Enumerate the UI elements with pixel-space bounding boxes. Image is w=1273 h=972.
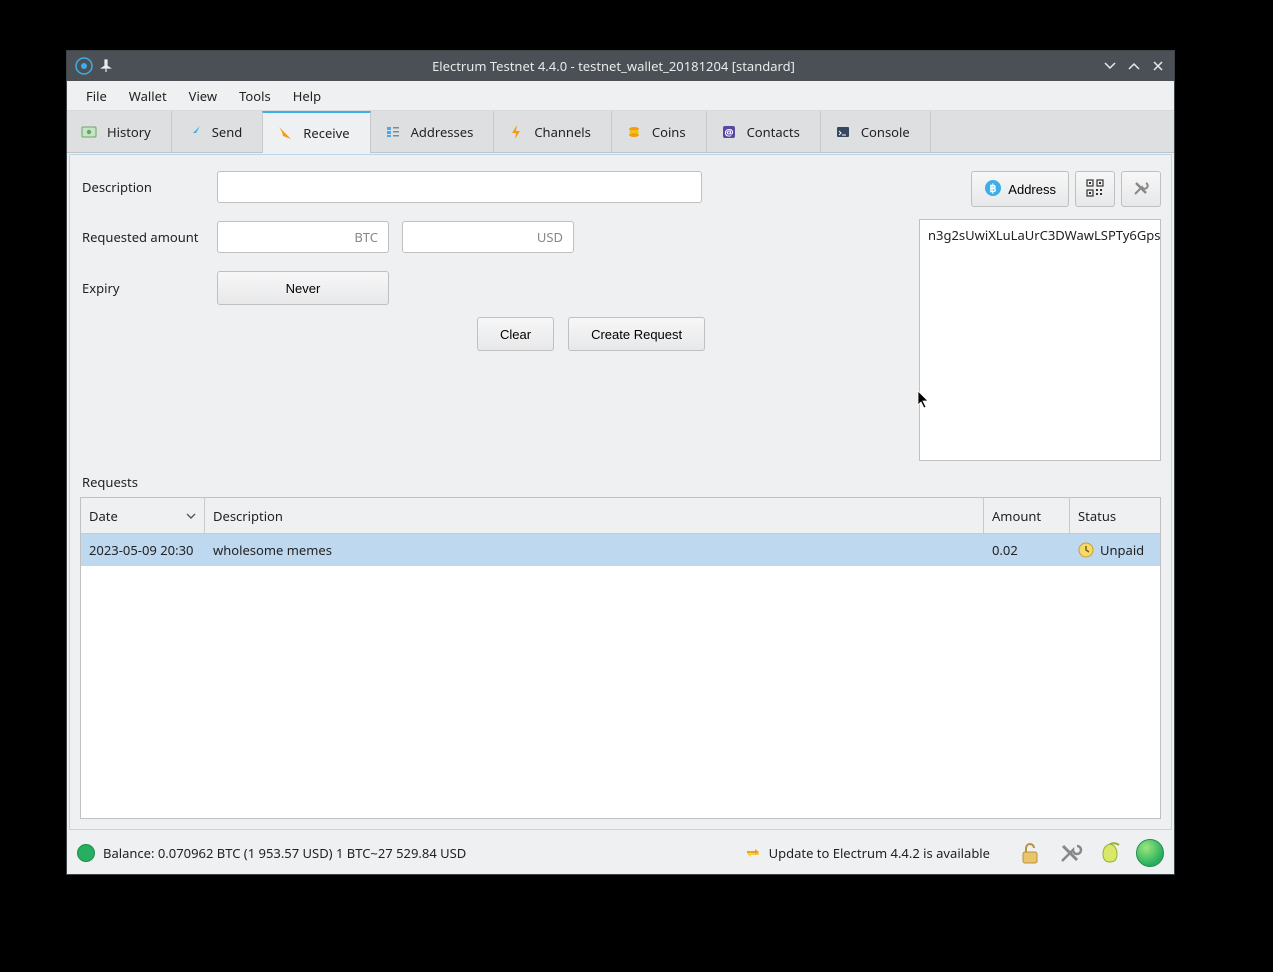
tools-button[interactable] [1121, 171, 1161, 207]
requests-body: 2023-05-09 20:30 wholesome memes 0.02 Un… [81, 534, 1160, 818]
statusbar: Balance: 0.070962 BTC (1 953.57 USD) 1 B… [67, 832, 1174, 874]
create-request-button[interactable]: Create Request [568, 317, 705, 351]
description-input[interactable] [217, 171, 702, 203]
app-window: Electrum Testnet 4.4.0 - testnet_wallet_… [66, 50, 1175, 875]
tab-history[interactable]: History [67, 111, 172, 152]
tab-label: Addresses [411, 123, 474, 141]
update-text[interactable]: Update to Electrum 4.4.2 is available [769, 844, 990, 862]
menu-tools[interactable]: Tools [228, 83, 282, 109]
svg-text:฿: ฿ [990, 183, 997, 195]
tab-label: Send [212, 123, 243, 141]
balance-status-dot [77, 844, 95, 862]
requests-label: Requests [70, 469, 1171, 497]
wrench-icon [1132, 179, 1150, 200]
menu-view[interactable]: View [178, 83, 228, 109]
usd-unit: USD [537, 228, 563, 246]
update-icon [745, 845, 761, 861]
tab-coins[interactable]: Coins [612, 111, 707, 152]
btc-unit: BTC [354, 228, 378, 246]
table-row[interactable]: 2023-05-09 20:30 wholesome memes 0.02 Un… [81, 534, 1160, 566]
addresses-icon [385, 124, 401, 140]
svg-text:@: @ [724, 125, 733, 139]
requests-header: Date Description Amount Status [81, 498, 1160, 534]
contacts-icon: @ [721, 124, 737, 140]
tab-label: Console [861, 123, 910, 141]
tab-label: Channels [534, 123, 591, 141]
requests-table: Date Description Amount Status 2023-05-0… [80, 497, 1161, 819]
column-date[interactable]: Date [81, 498, 205, 533]
menu-help[interactable]: Help [282, 83, 332, 109]
column-date-label: Date [89, 507, 118, 525]
column-amount[interactable]: Amount [984, 498, 1070, 533]
description-label: Description [82, 178, 217, 196]
lock-icon[interactable] [1016, 839, 1044, 867]
menu-file[interactable]: File [75, 83, 118, 109]
tab-channels[interactable]: Channels [494, 111, 612, 152]
receive-icon [277, 125, 293, 141]
tab-receive[interactable]: Receive [262, 111, 370, 153]
balance-text: Balance: 0.070962 BTC (1 953.57 USD) 1 B… [103, 844, 466, 862]
amount-usd-input[interactable]: USD [402, 221, 574, 253]
seed-icon[interactable] [1096, 839, 1124, 867]
qrcode-button[interactable] [1075, 171, 1115, 207]
amount-btc-input[interactable]: BTC [217, 221, 389, 253]
menu-wallet[interactable]: Wallet [118, 83, 178, 109]
preferences-icon[interactable] [1056, 839, 1084, 867]
expiry-label: Expiry [82, 279, 217, 297]
tab-label: History [107, 123, 151, 141]
receive-form: Description Requested amount BTC USD Exp… [70, 155, 1171, 469]
channels-icon [508, 124, 524, 140]
qrcode-icon [1086, 179, 1104, 200]
expiry-dropdown[interactable]: Never [217, 271, 389, 305]
window-controls [1104, 60, 1174, 72]
tab-contacts[interactable]: @ Contacts [707, 111, 821, 152]
clear-button[interactable]: Clear [477, 317, 554, 351]
requested-amount-label: Requested amount [82, 228, 217, 246]
chevron-down-icon [186, 507, 196, 525]
address-button[interactable]: ฿ Address [971, 171, 1069, 207]
address-display[interactable]: n3g2sUwiXLuLaUrC3DWawLSPTy6Gps [919, 219, 1161, 461]
address-button-label: Address [1008, 182, 1056, 197]
tab-addresses[interactable]: Addresses [371, 111, 495, 152]
cell-status-text: Unpaid [1100, 541, 1144, 559]
tab-send[interactable]: Send [172, 111, 264, 152]
column-status[interactable]: Status [1070, 498, 1160, 533]
minimize-icon[interactable] [1104, 60, 1116, 72]
titlebar: Electrum Testnet 4.4.0 - testnet_wallet_… [67, 51, 1174, 81]
column-description-label: Description [213, 507, 283, 525]
column-description[interactable]: Description [205, 498, 984, 533]
tabbar: History Send Receive Addresses Channels … [67, 111, 1174, 153]
cell-description: wholesome memes [205, 541, 984, 559]
console-icon [835, 124, 851, 140]
cell-amount: 0.02 [984, 541, 1070, 559]
clock-icon [1078, 542, 1094, 558]
column-amount-label: Amount [992, 507, 1041, 525]
tab-label: Receive [303, 124, 349, 142]
coins-icon [626, 124, 642, 140]
pin-icon[interactable] [99, 59, 113, 73]
history-icon [81, 124, 97, 140]
bitcoin-icon: ฿ [984, 179, 1002, 200]
cell-status: Unpaid [1070, 541, 1160, 559]
app-icon [75, 57, 93, 75]
menubar: File Wallet View Tools Help [67, 81, 1174, 111]
network-status-icon[interactable] [1136, 839, 1164, 867]
tab-label: Coins [652, 123, 686, 141]
send-icon [186, 124, 202, 140]
window-title: Electrum Testnet 4.4.0 - testnet_wallet_… [123, 57, 1104, 75]
cell-date: 2023-05-09 20:30 [81, 541, 205, 559]
close-icon[interactable] [1152, 60, 1164, 72]
tab-console[interactable]: Console [821, 111, 931, 152]
tab-label: Contacts [747, 123, 800, 141]
content-area: Description Requested amount BTC USD Exp… [69, 154, 1172, 830]
maximize-icon[interactable] [1128, 60, 1140, 72]
column-status-label: Status [1078, 507, 1116, 525]
